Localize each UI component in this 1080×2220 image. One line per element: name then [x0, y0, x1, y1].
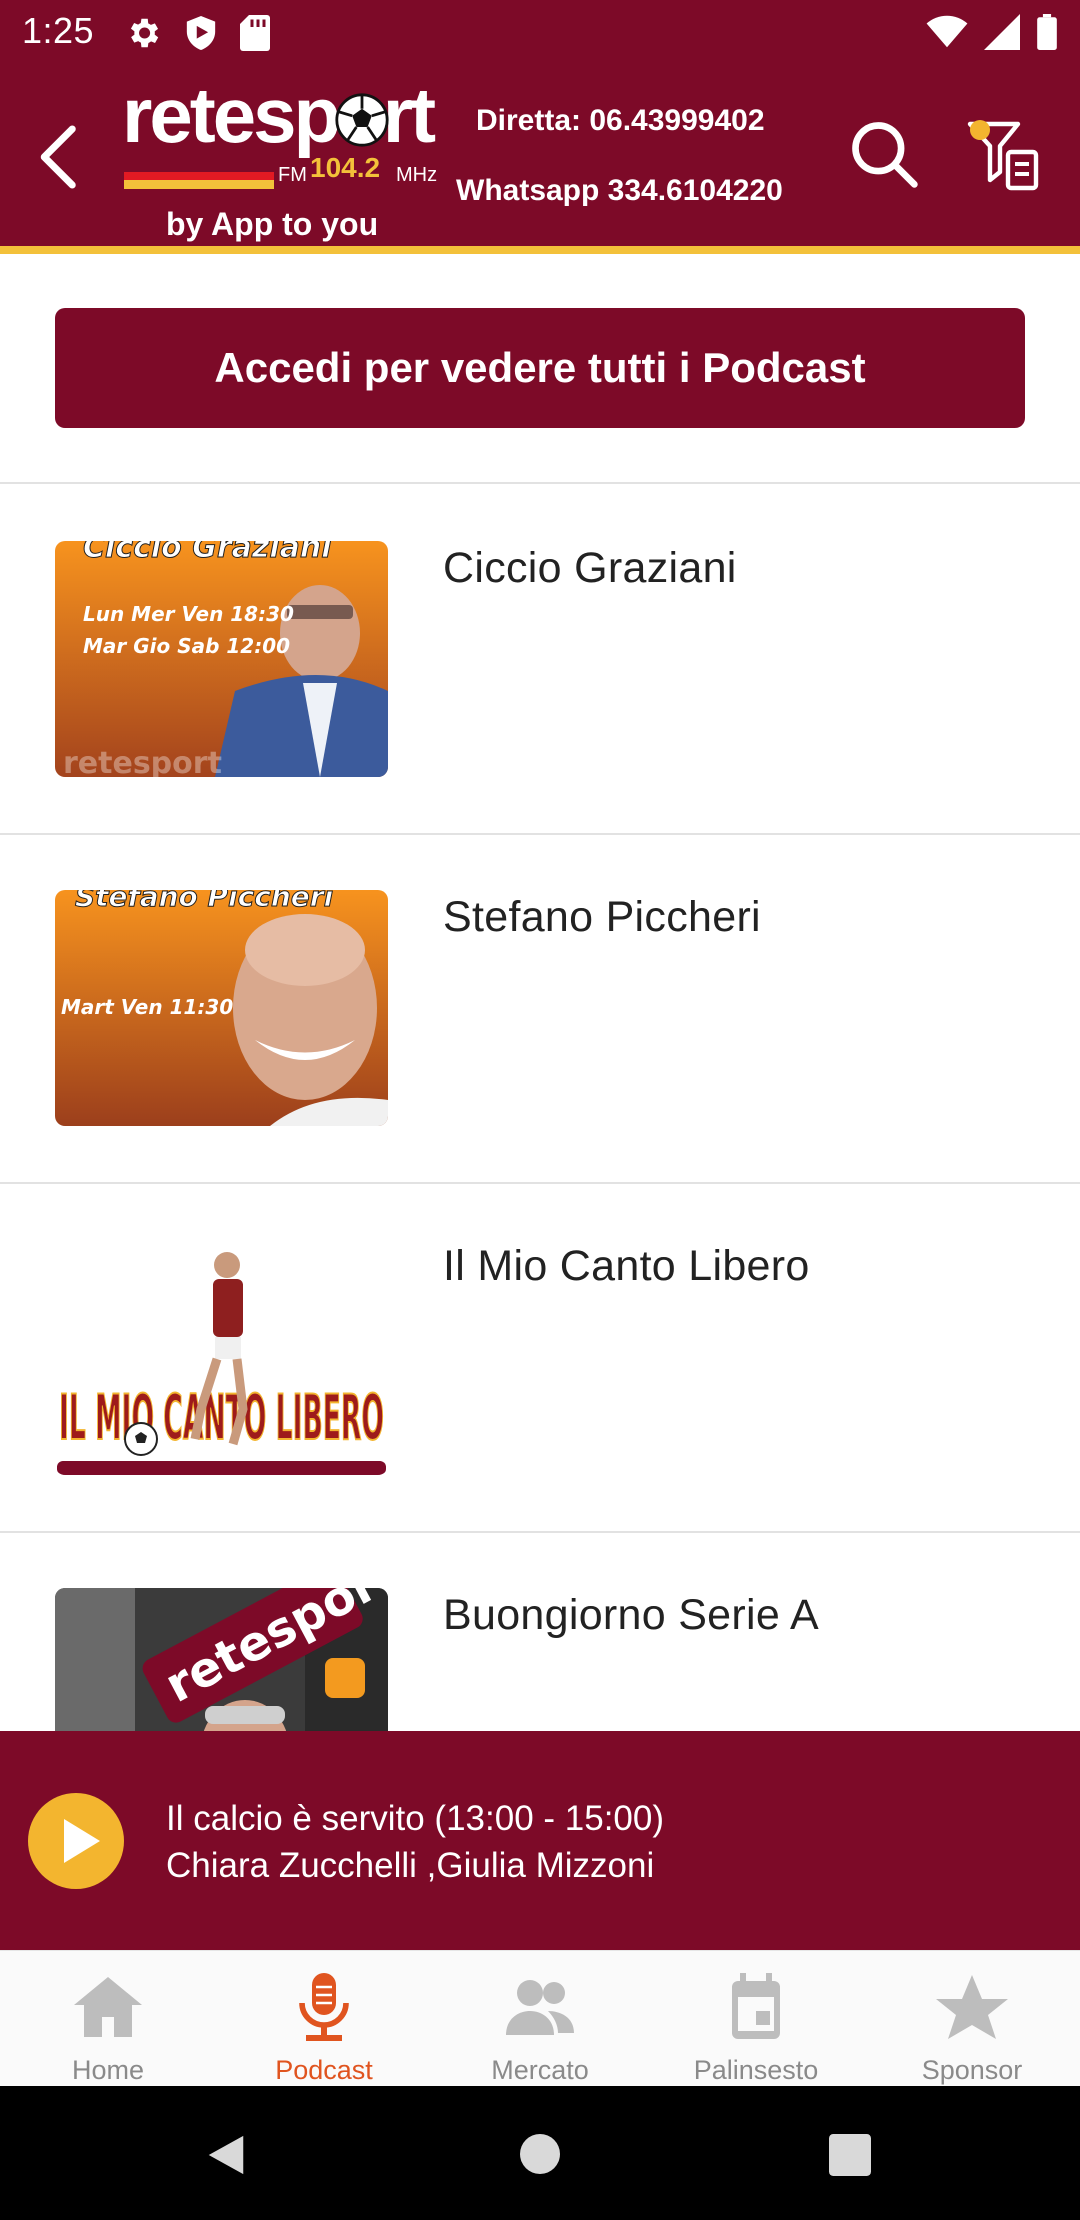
- logo-bar-red: [124, 172, 274, 180]
- nav-home-label: Home: [71, 2055, 145, 2085]
- system-back-icon[interactable]: [204, 2132, 248, 2178]
- thumb-title-text: IL MIO CANTO LIBERO: [59, 1381, 384, 1454]
- thumb-schedule-2: Mar Gio Sab 12:00: [83, 634, 290, 658]
- arrow-left-icon: [40, 125, 76, 189]
- nav-palinsesto-label: Palinsesto: [693, 2055, 819, 2085]
- logo-tagline: by App to you: [166, 206, 379, 242]
- thumb-schedule-1: Lun Mer Ven 18:30: [83, 602, 294, 626]
- thumb-brand: retesport: [63, 746, 222, 777]
- wifi-icon: [926, 15, 968, 48]
- system-navigation-bar: [0, 2086, 1080, 2220]
- ciccio-graziani-cover: Ciccio Graziani Lun Mer Ven 18:30 Mar Gi…: [55, 541, 388, 777]
- logo-frequency: 104.2: [310, 152, 381, 183]
- nav-podcast-label: Podcast: [275, 2055, 373, 2085]
- bottom-navigation: Home Podcast Mercato Palinsesto Sponsor: [0, 1950, 1080, 2086]
- header-accent-stripe: [0, 246, 1080, 254]
- podcast-title: Buongiorno Serie A: [443, 1591, 819, 1639]
- system-home-icon[interactable]: [518, 2132, 562, 2176]
- thumb-schedule-1: Mart Ven 11:30: [61, 995, 233, 1019]
- logo-bar-yellow: [124, 180, 274, 189]
- podcast-title: Stefano Piccheri: [443, 893, 761, 941]
- podcast-list: Ciccio Graziani Lun Mer Ven 18:30 Mar Gi…: [0, 486, 1080, 1882]
- nav-sponsor[interactable]: Sponsor: [864, 1951, 1080, 2087]
- people-icon: [506, 1980, 574, 2035]
- login-to-see-podcasts-button[interactable]: Accedi per vedere tutti i Podcast: [55, 308, 1025, 428]
- sd-card-icon: [240, 15, 270, 51]
- login-cta-section: Accedi per vedere tutti i Podcast: [0, 254, 1080, 484]
- home-icon: [74, 1977, 142, 2037]
- podcast-item[interactable]: Stefano Piccheri Mart Ven 11:30 Stefano …: [0, 835, 1080, 1184]
- nav-sponsor-label: Sponsor: [921, 2055, 1023, 2085]
- soccer-ball-icon: [335, 93, 389, 147]
- now-playing-hosts: Chiara Zucchelli ,Giulia Mizzoni: [166, 1846, 655, 1885]
- live-phone-number[interactable]: Diretta: 06.43999402: [476, 104, 765, 138]
- stefano-piccheri-cover: Stefano Piccheri Mart Ven 11:30: [55, 890, 388, 1126]
- podcast-thumbnail: Stefano Piccheri Mart Ven 11:30: [55, 890, 388, 1126]
- retesport-logo: retesport FM 104.2 MHz by App to you: [122, 76, 452, 246]
- system-recents-icon[interactable]: [829, 2134, 871, 2176]
- podcast-title: Ciccio Graziani: [443, 544, 737, 592]
- gear-icon: [130, 18, 159, 48]
- status-bar: 1:25: [0, 0, 1080, 66]
- whatsapp-number[interactable]: Whatsapp 334.6104220: [456, 174, 783, 208]
- search-button[interactable]: [846, 116, 922, 192]
- podcast-title: Il Mio Canto Libero: [443, 1242, 810, 1290]
- podcast-thumbnail: IL MIO CANTO LIBERO: [55, 1239, 388, 1475]
- signal-icon: [984, 14, 1020, 50]
- play-button[interactable]: [28, 1793, 124, 1889]
- nav-home[interactable]: Home: [0, 1951, 216, 2087]
- back-button[interactable]: [30, 122, 90, 192]
- now-playing-title: Il calcio è servito (13:00 - 15:00): [166, 1799, 665, 1838]
- microphone-icon: [299, 1973, 349, 2041]
- battery-icon: [1037, 14, 1057, 50]
- thumb-title-text: Ciccio Graziani: [83, 541, 332, 565]
- nav-podcast[interactable]: Podcast: [216, 1951, 432, 2087]
- nav-mercato[interactable]: Mercato: [432, 1951, 648, 2087]
- logo-mhz: MHz: [396, 164, 438, 186]
- il-mio-canto-libero-cover: IL MIO CANTO LIBERO: [55, 1239, 388, 1475]
- search-icon: [852, 122, 918, 188]
- star-icon: [936, 1975, 1008, 2039]
- filter-button[interactable]: [964, 116, 1044, 196]
- calendar-icon: [732, 1973, 780, 2039]
- podcast-thumbnail: Ciccio Graziani Lun Mer Ven 18:30 Mar Gi…: [55, 541, 388, 777]
- thumb-title-text: Stefano Piccheri: [75, 890, 334, 913]
- now-playing-bar[interactable]: Il calcio è servito (13:00 - 15:00) Chia…: [0, 1731, 1080, 1950]
- logo-fm: FM: [278, 164, 307, 186]
- podcast-item[interactable]: IL MIO CANTO LIBERO Il Mio Canto Libero: [0, 1184, 1080, 1533]
- shield-icon: [186, 16, 216, 50]
- app-header: retesport FM 104.2 MHz by App to you Dir…: [0, 66, 1080, 246]
- filter-list-icon: [967, 120, 1039, 191]
- podcast-item[interactable]: Ciccio Graziani Lun Mer Ven 18:30 Mar Gi…: [0, 486, 1080, 835]
- status-time: 1:25: [22, 10, 95, 51]
- nav-mercato-label: Mercato: [491, 2055, 589, 2085]
- nav-palinsesto[interactable]: Palinsesto: [648, 1951, 864, 2087]
